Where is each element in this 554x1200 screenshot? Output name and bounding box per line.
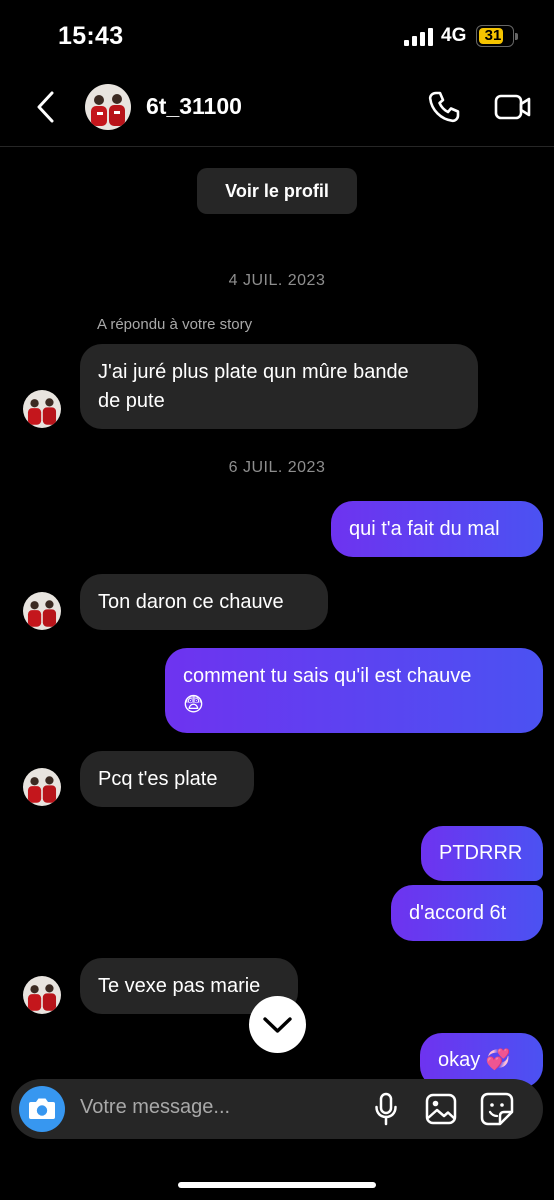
sender-avatar (23, 768, 61, 806)
message-text: Pcq t'es plate (98, 768, 218, 790)
message-bubble-incoming[interactable]: Pcq t'es plate (80, 751, 254, 807)
back-icon[interactable] (34, 90, 58, 124)
message-bubble-outgoing[interactable]: PTDRRR (421, 826, 543, 881)
home-indicator (178, 1182, 376, 1188)
scroll-to-bottom-button[interactable] (249, 996, 306, 1053)
network-label: 4G (441, 25, 467, 46)
story-reply-note: A répondu à votre story (97, 316, 253, 333)
header-divider (0, 146, 554, 147)
chevron-down-icon (263, 1017, 292, 1033)
sender-avatar (23, 592, 61, 630)
message-text: de pute (98, 390, 165, 412)
phone-icon[interactable] (427, 90, 461, 124)
message-bubble-incoming[interactable]: J'ai juré plus plate qun mûre bande de p… (80, 344, 478, 429)
message-text: Ton daron ce chauve (98, 591, 284, 613)
message-bubble-outgoing[interactable]: comment tu sais qu'il est chauve 😨 (165, 648, 543, 733)
view-profile-button[interactable]: Voir le profil (197, 168, 357, 214)
gallery-icon[interactable] (425, 1093, 457, 1125)
date-separator: 4 JUIL. 2023 (228, 272, 326, 289)
message-bubble-outgoing[interactable]: d'accord 6t (391, 885, 543, 941)
avatar[interactable] (85, 84, 131, 130)
date-separator: 6 JUIL. 2023 (228, 459, 326, 476)
message-input[interactable]: Votre message... (80, 1096, 230, 1119)
camera-icon (29, 1098, 55, 1119)
battery-level: 31 (484, 27, 502, 44)
chat-username[interactable]: 6t_31100 (146, 93, 242, 120)
message-text: Te vexe pas marie (98, 975, 261, 997)
message-text: PTDRRR (439, 842, 523, 864)
message-bubble-outgoing[interactable]: qui t'a fait du mal (331, 501, 543, 557)
status-time: 15:43 (58, 22, 124, 50)
message-text: qui t'a fait du mal (349, 518, 500, 540)
battery-icon: 31 (476, 25, 518, 47)
microphone-icon[interactable] (374, 1092, 398, 1126)
video-call-icon[interactable] (494, 91, 532, 123)
sticker-icon[interactable] (480, 1092, 514, 1126)
sender-avatar (23, 976, 61, 1014)
camera-button[interactable] (19, 1086, 65, 1132)
message-emoji: 😨 (183, 694, 204, 716)
message-bubble-incoming[interactable]: Ton daron ce chauve (80, 574, 328, 630)
signal-icon (404, 28, 433, 46)
message-text: J'ai juré plus plate qun mûre bande (98, 361, 409, 383)
message-text: comment tu sais qu'il est chauve (183, 665, 472, 687)
message-text: d'accord 6t (409, 902, 507, 924)
message-text: okay 💞 (438, 1049, 511, 1071)
sender-avatar (23, 390, 61, 428)
